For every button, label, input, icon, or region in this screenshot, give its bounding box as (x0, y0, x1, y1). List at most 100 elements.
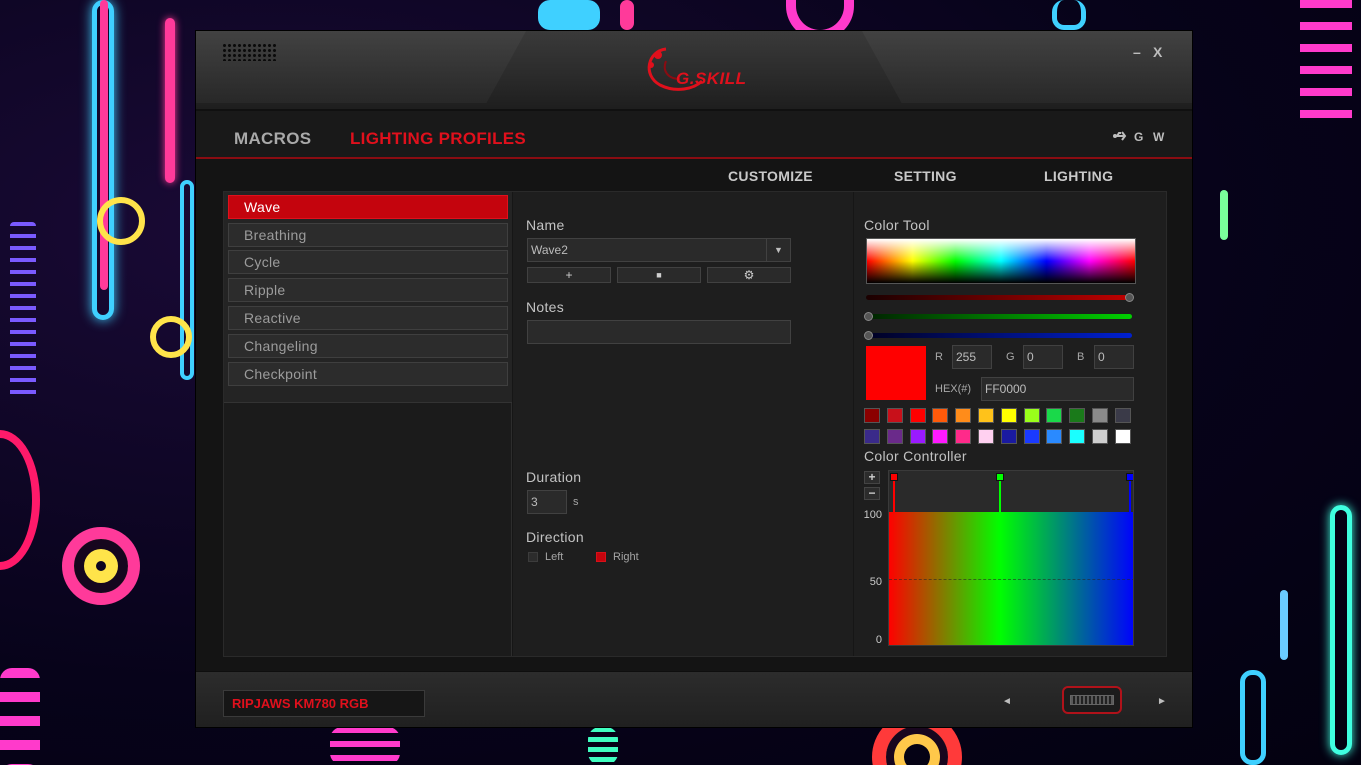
green-slider[interactable] (864, 312, 1132, 321)
axis-label-50: 50 (869, 576, 882, 588)
axis-label-0: 0 (875, 634, 882, 646)
r-input[interactable]: 255 (952, 345, 992, 369)
neon-bar (1280, 590, 1288, 660)
b-label: B (1077, 351, 1085, 363)
subtab-setting[interactable]: SETTING (894, 168, 957, 184)
direction-left-checkbox[interactable] (528, 552, 538, 562)
minimize-button[interactable]: – (1133, 44, 1141, 60)
color-swatch[interactable] (1023, 408, 1040, 423)
profile-settings-pane: Name Wave2 ▼ + ■ ⚙ Notes Duration 3 s Di… (513, 192, 853, 656)
neon-bar (1220, 190, 1228, 240)
remove-stop-button[interactable]: − (864, 487, 880, 500)
keyboard-device-icon[interactable] (1062, 686, 1122, 714)
profile-settings-button[interactable]: ⚙ (707, 267, 791, 283)
axis-label-100: 100 (863, 509, 882, 521)
color-swatch[interactable] (1114, 429, 1131, 444)
neon-bar (165, 18, 175, 183)
direction-right-checkbox[interactable] (596, 552, 606, 562)
effect-item-changeling[interactable]: Changeling (228, 334, 508, 358)
main-nav: MACROS LIGHTING PROFILES G W (196, 111, 1192, 159)
effect-item-breathing[interactable]: Breathing (228, 223, 508, 247)
color-swatch[interactable] (1046, 429, 1063, 444)
effect-list: Wave Breathing Cycle Ripple Reactive Cha… (224, 192, 512, 403)
add-profile-button[interactable]: + (527, 267, 611, 283)
blue-slider-handle[interactable] (864, 331, 873, 340)
hex-label: HEX(#) (935, 383, 972, 395)
color-swatch[interactable] (1046, 408, 1063, 423)
g-label: G (1006, 351, 1015, 363)
effect-list-pane: Wave Breathing Cycle Ripple Reactive Cha… (224, 192, 512, 656)
color-swatch[interactable] (864, 429, 880, 444)
close-button[interactable]: X (1153, 44, 1162, 60)
b-input[interactable]: 0 (1094, 345, 1134, 369)
neon-bar (1240, 670, 1266, 765)
color-swatch[interactable] (886, 408, 903, 423)
tab-lighting-profiles[interactable]: LIGHTING PROFILES (350, 129, 526, 149)
neon-ring (97, 197, 145, 245)
color-swatch[interactable] (955, 429, 972, 444)
subtab-customize[interactable]: CUSTOMIZE (728, 168, 813, 184)
lang-w-button[interactable]: W (1153, 130, 1164, 144)
lang-g-button[interactable]: G (1134, 130, 1143, 144)
color-swatch[interactable] (955, 408, 972, 423)
delete-profile-button[interactable]: ■ (617, 267, 701, 283)
color-swatch[interactable] (1092, 408, 1108, 423)
color-stop-line (893, 481, 895, 513)
color-spectrum-picker[interactable] (866, 238, 1136, 284)
color-swatch[interactable] (1092, 429, 1108, 444)
next-device-arrow-icon[interactable]: ► (1157, 696, 1167, 707)
neon-bar (588, 727, 618, 765)
red-slider-handle[interactable] (1125, 293, 1134, 302)
color-swatch[interactable] (1069, 408, 1086, 423)
green-slider-handle[interactable] (864, 312, 873, 321)
color-swatch[interactable] (1023, 429, 1040, 444)
neon-bar (100, 0, 108, 290)
blue-slider[interactable] (864, 331, 1132, 340)
prev-device-arrow-icon[interactable]: ◄ (1002, 696, 1012, 707)
effect-item-checkpoint[interactable]: Checkpoint (228, 362, 508, 386)
color-swatch[interactable] (932, 429, 949, 444)
color-stop-handle[interactable] (1126, 473, 1133, 481)
color-swatch[interactable] (932, 408, 949, 423)
neon-bar (0, 668, 40, 765)
color-swatch[interactable] (886, 429, 903, 444)
neon-bar (620, 0, 634, 30)
red-slider[interactable] (866, 293, 1134, 302)
g-input[interactable]: 0 (1023, 345, 1063, 369)
color-swatch[interactable] (1000, 429, 1017, 444)
color-swatch[interactable] (909, 408, 926, 423)
color-controller-graph[interactable] (888, 470, 1134, 646)
tab-macros[interactable]: MACROS (234, 129, 311, 149)
notes-input[interactable] (527, 320, 791, 344)
duration-input[interactable]: 3 (527, 490, 567, 514)
subtab-lighting[interactable]: LIGHTING (1044, 168, 1113, 184)
color-swatch[interactable] (1114, 408, 1131, 423)
neon-dots (1300, 0, 1352, 130)
color-stop-handle[interactable] (890, 473, 898, 481)
usb-icon[interactable] (1113, 130, 1127, 142)
color-swatch[interactable] (909, 429, 926, 444)
color-swatch[interactable] (1000, 408, 1017, 423)
add-stop-button[interactable]: + (864, 471, 880, 484)
effect-item-wave[interactable]: Wave (228, 195, 508, 219)
content-panel: Wave Breathing Cycle Ripple Reactive Cha… (223, 191, 1167, 657)
chevron-down-icon[interactable]: ▼ (766, 239, 790, 261)
color-swatch[interactable] (1069, 429, 1086, 444)
gskill-logo-text: G.SKILL (676, 69, 747, 88)
speaker-grille (222, 43, 278, 61)
color-swatch[interactable] (864, 408, 880, 423)
color-tool-pane: Color Tool R 255 G 0 B 0 HEX(#) FF0000 C… (854, 192, 1166, 656)
effect-item-reactive[interactable]: Reactive (228, 306, 508, 330)
color-controller-label: Color Controller (864, 448, 967, 464)
notes-label: Notes (526, 299, 565, 315)
color-swatch[interactable] (978, 408, 994, 423)
effect-item-ripple[interactable]: Ripple (228, 278, 508, 302)
title-bar-bevel-right (862, 31, 1192, 103)
effect-item-cycle[interactable]: Cycle (228, 250, 508, 274)
title-bar[interactable]: G.SKILL – X (196, 31, 1192, 111)
direction-right-label: Right (613, 551, 639, 563)
color-stop-handle[interactable] (995, 473, 1004, 481)
hex-input[interactable]: FF0000 (981, 377, 1134, 401)
profile-name-select[interactable]: Wave2 ▼ (527, 238, 791, 262)
color-swatch[interactable] (978, 429, 994, 444)
